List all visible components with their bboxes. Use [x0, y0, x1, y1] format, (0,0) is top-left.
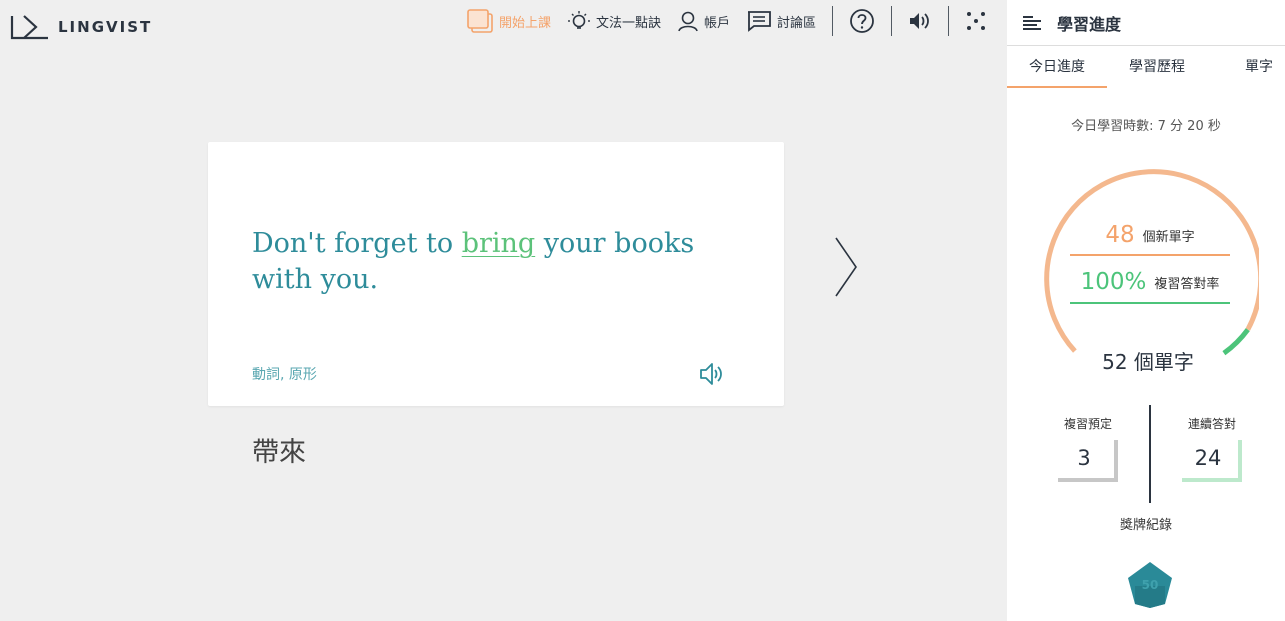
chevron-right-icon [835, 237, 857, 297]
nav-grammar-tips[interactable]: 文法一點訣 [567, 10, 661, 32]
box-border-bottom [1182, 478, 1242, 482]
nav-start-lesson-label: 開始上課 [498, 15, 551, 31]
exercise-sentence: Don't forget to bring your books with yo… [252, 226, 752, 298]
main-area: LINGVIST 開始上課 文法一點訣 帳戶 討論區 Don't forget … [0, 0, 1007, 621]
sidebar-tabs: 今日進度 學習歷程 單字 [1007, 46, 1285, 88]
medal-icon: 50 [1128, 562, 1172, 608]
total-words: 52 個單字 [1102, 350, 1194, 374]
progress-gauge: 48 個新單字 100% 複習答對率 52 個單字 [1037, 166, 1259, 374]
box-border-right [1238, 440, 1242, 482]
logo-text: LINGVIST [58, 18, 153, 36]
progress-sidebar: 學習進度 今日進度 學習歷程 單字 今日學習時數: 7 分 20 秒 48 個新… [1007, 0, 1285, 621]
medal-badge[interactable]: 50 [1125, 560, 1175, 614]
tab-history[interactable]: 學習歷程 [1107, 46, 1207, 88]
nav-forum-label: 討論區 [776, 15, 816, 31]
streak-label: 連續答對 [1187, 417, 1236, 431]
nav-divider [832, 6, 833, 36]
translation: 帶來 [252, 437, 306, 468]
speaker-icon [910, 13, 929, 29]
scheduled-review-box: 3 [1058, 440, 1118, 482]
stats-divider [1149, 405, 1151, 503]
streak-stat: 連續答對 24 [1167, 415, 1257, 482]
streak-value: 24 [1194, 446, 1222, 470]
new-words-stat: 48 個新單字 [1070, 216, 1230, 256]
tab-words[interactable]: 單字 [1207, 46, 1285, 88]
focus-mode-button[interactable] [965, 10, 987, 32]
scheduled-review-value: 3 [1077, 446, 1091, 470]
question-icon [850, 9, 874, 33]
box-border-right [1114, 440, 1118, 482]
sound-toggle-button[interactable] [908, 10, 932, 32]
review-accuracy-value: 100% [1080, 269, 1147, 295]
logo[interactable]: LINGVIST [10, 14, 152, 40]
nav-start-lesson[interactable]: 開始上課 [466, 8, 551, 34]
user-icon [678, 11, 698, 32]
tab-today[interactable]: 今日進度 [1007, 46, 1107, 88]
chat-icon [747, 11, 771, 32]
lightbulb-icon [567, 11, 590, 29]
study-time: 今日學習時數: 7 分 20 秒 [1071, 119, 1221, 134]
new-words-label: 個新單字 [1142, 229, 1195, 245]
stats-row: 複習預定 3 連續答對 24 [1007, 405, 1285, 505]
speaker-icon [700, 363, 722, 385]
review-accuracy-stat: 100% 複習答對率 [1070, 262, 1230, 304]
nav-grammar-tips-label: 文法一點訣 [595, 15, 661, 31]
scheduled-review-stat: 複習預定 3 [1043, 415, 1133, 482]
cards-icon [467, 9, 493, 33]
nav-account[interactable]: 帳戶 [677, 10, 730, 32]
flashcard: Don't forget to bring your books with yo… [208, 142, 784, 406]
streak-box: 24 [1182, 440, 1242, 482]
new-words-count: 48 [1105, 222, 1135, 248]
menu-icon[interactable] [1023, 15, 1041, 31]
nav-divider [948, 6, 949, 36]
focus-mode-icon [967, 12, 985, 30]
scheduled-review-label: 複習預定 [1063, 417, 1112, 431]
sidebar-title: 學習進度 [1057, 14, 1122, 34]
next-card-button[interactable] [830, 236, 860, 302]
answer-gap[interactable]: bring [462, 228, 536, 259]
help-button[interactable] [849, 8, 875, 34]
lingvist-logo-icon [10, 15, 48, 40]
sentence-before: Don't forget to [252, 228, 462, 259]
nav-forum[interactable]: 討論區 [746, 10, 816, 32]
play-audio-button[interactable] [698, 360, 726, 392]
nav-divider [891, 6, 892, 36]
medal-value: 50 [1142, 578, 1159, 592]
nav-account-label: 帳戶 [703, 15, 730, 31]
sidebar-header: 學習進度 [1007, 0, 1285, 46]
review-accuracy-label: 複習答對率 [1154, 276, 1220, 292]
top-nav: 開始上課 文法一點訣 帳戶 討論區 [466, 0, 987, 42]
medals-label: 獎牌紀錄 [1119, 518, 1172, 533]
box-border-bottom [1058, 478, 1118, 482]
grammar-hint: 動詞, 原形 [252, 367, 317, 383]
